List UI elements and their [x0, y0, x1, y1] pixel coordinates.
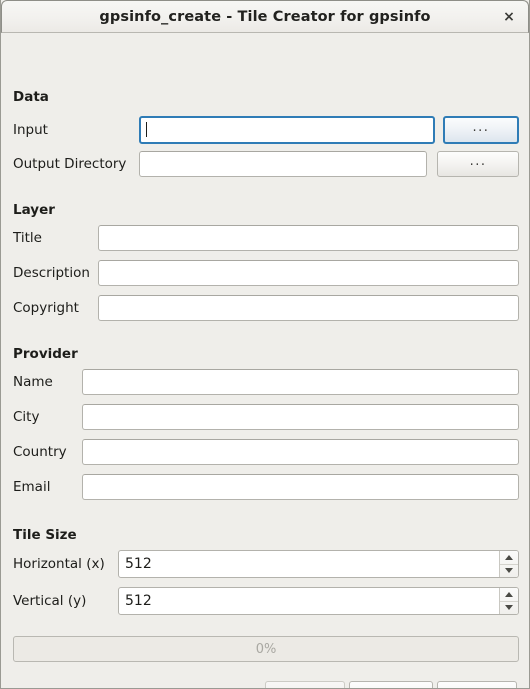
label-description: Description [13, 265, 90, 281]
city-field[interactable] [82, 404, 519, 430]
text-caret [146, 122, 147, 137]
horizontal-spin-up-button[interactable] [500, 551, 518, 565]
label-city: City [13, 409, 40, 425]
vertical-spinbox[interactable] [118, 587, 519, 615]
field-row-city: City [13, 404, 519, 430]
create-button[interactable]: Create [349, 681, 433, 688]
dialog-button-row: About ... Create Quit [265, 681, 517, 688]
output-directory-browse-button[interactable]: ... [437, 151, 519, 177]
field-row-vertical: Vertical (y) [13, 587, 519, 615]
section-heading-provider: Provider [13, 346, 78, 362]
title-bar: gpsinfo_create - Tile Creator for gpsinf… [1, 0, 529, 33]
section-heading-data: Data [13, 89, 49, 105]
field-row-description: Description [13, 260, 519, 286]
name-field[interactable] [82, 369, 519, 395]
quit-button[interactable]: Quit [437, 681, 517, 688]
horizontal-spinner-buttons [499, 551, 518, 577]
section-heading-tile-size: Tile Size [13, 527, 77, 543]
input-browse-button[interactable]: ... [443, 116, 519, 144]
label-copyright: Copyright [13, 300, 79, 316]
triangle-down-icon [505, 605, 513, 611]
label-email: Email [13, 479, 51, 495]
triangle-down-icon [505, 568, 513, 574]
input-field[interactable] [139, 116, 435, 144]
label-input: Input [13, 122, 48, 138]
triangle-up-icon [505, 591, 513, 597]
field-row-name: Name [13, 369, 519, 395]
title-field[interactable] [98, 225, 519, 251]
field-row-copyright: Copyright [13, 295, 519, 321]
progress-bar: 0% [13, 636, 519, 662]
output-directory-field[interactable] [139, 151, 428, 177]
vertical-spinner-buttons [499, 588, 518, 614]
triangle-up-icon [505, 554, 513, 560]
window-title: gpsinfo_create - Tile Creator for gpsinf… [99, 8, 431, 25]
field-row-horizontal: Horizontal (x) [13, 550, 519, 578]
description-field[interactable] [98, 260, 519, 286]
field-row-email: Email [13, 474, 519, 500]
label-name: Name [13, 374, 53, 390]
label-horizontal: Horizontal (x) [13, 556, 105, 572]
field-row-input: Input ... [13, 116, 519, 144]
section-heading-layer: Layer [13, 202, 55, 218]
close-icon[interactable]: × [499, 7, 519, 27]
horizontal-value-input[interactable] [119, 551, 499, 577]
dialog-content: Data Input ... Output Directory ... Laye… [1, 33, 529, 688]
vertical-value-input[interactable] [119, 588, 499, 614]
horizontal-spin-down-button[interactable] [500, 565, 518, 578]
horizontal-spinbox[interactable] [118, 550, 519, 578]
application-window: gpsinfo_create - Tile Creator for gpsinf… [0, 0, 530, 689]
progress-label: 0% [255, 641, 277, 657]
label-title: Title [13, 230, 42, 246]
vertical-spin-down-button[interactable] [500, 602, 518, 615]
label-output-directory: Output Directory [13, 156, 127, 172]
copyright-field[interactable] [98, 295, 519, 321]
country-field[interactable] [82, 439, 519, 465]
field-row-country: Country [13, 439, 519, 465]
label-country: Country [13, 444, 67, 460]
field-row-output-directory: Output Directory ... [13, 151, 519, 177]
vertical-spin-up-button[interactable] [500, 588, 518, 602]
label-vertical: Vertical (y) [13, 593, 87, 609]
email-field[interactable] [82, 474, 519, 500]
field-row-title: Title [13, 225, 519, 251]
about-button[interactable]: About ... [265, 681, 345, 688]
